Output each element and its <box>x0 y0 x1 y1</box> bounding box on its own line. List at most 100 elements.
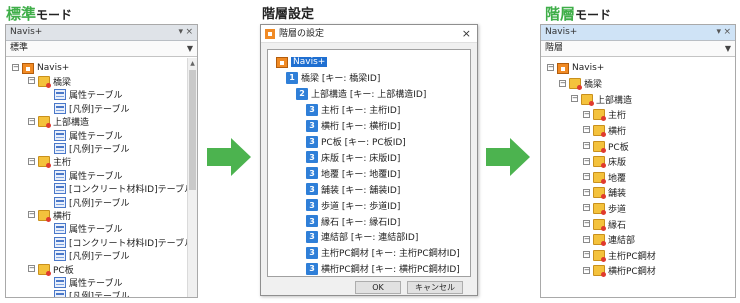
hierarchy-node[interactable]: 3 主桁PC鋼材 [キー: 主桁PC鋼材ID] <box>306 246 460 260</box>
hierarchy-node[interactable]: 3 舗装 [キー: 舗装ID] <box>306 182 400 196</box>
collapse-icon[interactable]: − <box>583 173 590 181</box>
chevron-down-icon[interactable]: ▼ <box>187 41 193 56</box>
tree-node[interactable]: 連結部 <box>593 233 635 247</box>
collapse-icon[interactable]: − <box>28 157 35 165</box>
collapse-icon[interactable]: − <box>583 266 590 274</box>
tree-node[interactable]: PC板 <box>593 139 629 153</box>
collapse-icon[interactable]: − <box>583 157 590 165</box>
scrollbar-thumb[interactable] <box>189 70 196 190</box>
mode-select[interactable]: 階層 ▼ <box>541 41 735 57</box>
tree-node[interactable]: [凡例]テーブル <box>54 101 129 115</box>
tree-node[interactable]: [凡例]テーブル <box>54 249 129 263</box>
collapse-icon[interactable]: − <box>12 64 19 71</box>
tree-node[interactable]: [コンクリート材料ID]テーブル <box>54 235 193 249</box>
collapse-icon[interactable]: − <box>583 142 590 149</box>
tree-node[interactable]: Navis+ <box>22 61 69 75</box>
collapse-icon[interactable]: − <box>28 265 35 272</box>
collapse-icon[interactable]: − <box>28 77 35 85</box>
collapse-icon[interactable]: − <box>28 117 35 125</box>
hierarchy-node-label: 横桁 [キー: 横桁ID] <box>321 122 401 133</box>
tree-node[interactable]: 属性テーブル <box>54 128 122 142</box>
tree-node[interactable]: 属性テーブル <box>54 88 122 102</box>
table-icon <box>54 102 66 114</box>
close-icon[interactable]: × <box>185 27 193 38</box>
pin-icon[interactable]: ▾ <box>716 27 721 38</box>
tree-node-label: 地覆 <box>608 173 627 184</box>
dialog-close-button[interactable]: × <box>462 25 471 43</box>
collapse-icon[interactable]: − <box>583 251 590 259</box>
tree-node[interactable]: 地覆 <box>593 170 626 184</box>
folder-icon <box>593 218 606 231</box>
tree-node[interactable]: 属性テーブル <box>54 168 122 182</box>
tree-node-label: Navis+ <box>37 63 70 73</box>
collapse-icon[interactable]: − <box>583 126 590 134</box>
tree-node[interactable]: 属性テーブル <box>54 275 122 289</box>
tree-node[interactable]: 主桁PC鋼材 <box>593 248 656 262</box>
collapse-icon[interactable]: − <box>583 220 590 227</box>
tree-node[interactable]: 上部構造 <box>38 115 89 129</box>
table-icon <box>54 196 66 208</box>
vertical-scrollbar[interactable]: ▲ <box>187 58 197 297</box>
tree-node[interactable]: [コンクリート材料ID]テーブル <box>54 182 193 196</box>
hierarchy-node[interactable]: 3 横桁PC鋼材 [キー: 横桁PC鋼材ID] <box>306 262 460 276</box>
tree-node[interactable]: [凡例]テーブル <box>54 141 129 155</box>
tree-node-label: [凡例]テーブル <box>69 144 130 155</box>
ok-button[interactable]: OK <box>355 281 401 294</box>
collapse-icon[interactable]: − <box>583 235 590 243</box>
tree-node[interactable]: [凡例]テーブル <box>54 289 129 297</box>
tree-node[interactable]: 床版 <box>593 155 626 169</box>
level-badge: 3 <box>306 103 318 116</box>
tree-node-label: 横桁 <box>608 126 627 137</box>
tree-node-label: PC板 <box>53 265 74 276</box>
hierarchy-tree-view: Navis+ − 橋梁 − 上部構造 − 主桁 − 横桁 − PC板 − 床版 − 地覆 − 舗装 − 歩道 − 縁石 −… <box>541 58 735 297</box>
tree-node[interactable]: 主桁 <box>593 108 626 122</box>
pin-icon[interactable]: ▾ <box>178 27 183 38</box>
hierarchy-node[interactable]: 2 上部構造 [キー: 上部構造ID] <box>296 87 426 101</box>
hierarchy-node-label: 床版 [キー: 床版ID] <box>321 153 401 164</box>
hierarchy-node[interactable]: 3 PC板 [キー: PC板ID] <box>306 135 406 149</box>
hierarchy-node-label: 連結部 [キー: 連結部ID] <box>321 233 419 244</box>
chevron-down-icon[interactable]: ▼ <box>725 41 731 56</box>
tree-node-label: 上部構造 <box>596 95 633 106</box>
scroll-up-icon[interactable]: ▲ <box>188 60 197 67</box>
folder-icon <box>38 209 51 222</box>
tree-node[interactable]: 舗装 <box>593 186 626 200</box>
hierarchy-node[interactable]: 3 歩道 [キー: 歩道ID] <box>306 198 400 212</box>
collapse-icon[interactable]: − <box>547 64 554 71</box>
hierarchy-node[interactable]: 1 橋梁 [キー: 橋梁ID] <box>286 71 380 85</box>
tree-node[interactable]: Navis+ <box>557 61 604 75</box>
tree-node[interactable]: PC板 <box>38 262 74 276</box>
tree-node[interactable]: 橋梁 <box>38 74 71 88</box>
tree-node[interactable]: 横桁PC鋼材 <box>593 264 656 278</box>
tree-node[interactable]: [凡例]テーブル <box>54 195 129 209</box>
collapse-icon[interactable]: − <box>583 204 590 212</box>
hierarchy-node[interactable]: 3 横桁 [キー: 横桁ID] <box>306 119 400 133</box>
hierarchy-node[interactable]: 3 連結部 [キー: 連結部ID] <box>306 230 418 244</box>
collapse-icon[interactable]: − <box>583 110 590 118</box>
hierarchy-node[interactable]: 3 縁石 [キー: 縁石ID] <box>306 214 400 228</box>
cancel-button[interactable]: キャンセル <box>407 281 463 294</box>
hierarchy-node-label: 横桁PC鋼材 [キー: 横桁PC鋼材ID] <box>321 265 460 276</box>
hierarchy-node[interactable]: 3 床版 [キー: 床版ID] <box>306 150 400 164</box>
mode-select[interactable]: 標準 ▼ <box>6 41 197 57</box>
hierarchy-node[interactable]: 3 地覆 [キー: 地覆ID] <box>306 166 400 180</box>
folder-icon <box>593 124 606 137</box>
tree-node[interactable]: 横桁 <box>38 208 71 222</box>
tree-node[interactable]: 横桁 <box>593 123 626 137</box>
collapse-icon[interactable]: − <box>583 188 590 196</box>
folder-icon <box>593 171 606 184</box>
close-icon[interactable]: × <box>723 27 731 38</box>
collapse-icon[interactable]: − <box>559 79 566 87</box>
tree-node[interactable]: 属性テーブル <box>54 222 122 236</box>
table-icon <box>54 129 66 141</box>
tree-node[interactable]: 歩道 <box>593 201 626 215</box>
tree-node[interactable]: 上部構造 <box>581 92 632 106</box>
tree-node[interactable]: 橋梁 <box>569 77 602 91</box>
tree-node-label: 主桁 <box>53 158 72 169</box>
hierarchy-node[interactable]: 3 主桁 [キー: 主桁ID] <box>306 103 400 117</box>
tree-node[interactable]: 縁石 <box>593 217 626 231</box>
hierarchy-node[interactable]: Navis+ <box>276 55 328 69</box>
collapse-icon[interactable]: − <box>571 95 578 103</box>
tree-node[interactable]: 主桁 <box>38 155 71 169</box>
collapse-icon[interactable]: − <box>28 211 35 219</box>
